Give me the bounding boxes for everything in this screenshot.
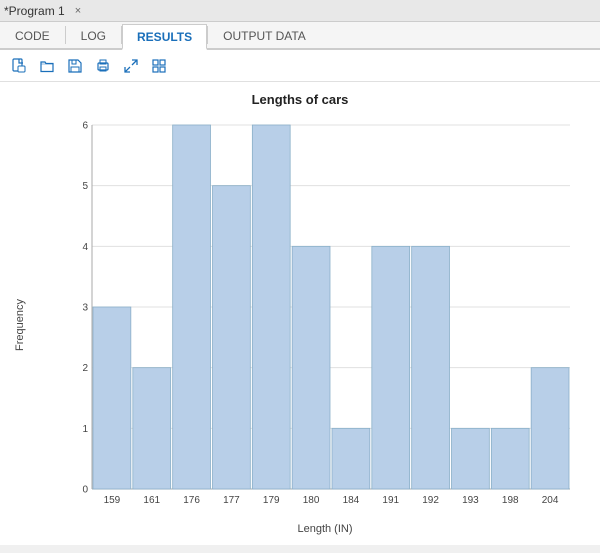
svg-text:0: 0 xyxy=(82,485,88,496)
program-title: *Program 1 xyxy=(4,4,65,18)
chart-title: Lengths of cars xyxy=(10,92,590,107)
svg-text:5: 5 xyxy=(82,181,88,192)
grid-button[interactable] xyxy=(148,56,170,76)
open-file-button[interactable] xyxy=(36,56,58,76)
tab-code[interactable]: CODE xyxy=(0,22,65,48)
svg-text:180: 180 xyxy=(303,495,320,506)
svg-text:176: 176 xyxy=(183,495,200,506)
tab-bar: CODE LOG RESULTS OUTPUT DATA xyxy=(0,22,600,50)
svg-text:6: 6 xyxy=(82,121,88,132)
tab-output-data[interactable]: OUTPUT DATA xyxy=(208,22,321,48)
svg-text:198: 198 xyxy=(502,495,519,506)
chart-inner: 0 1 2 3 4 5 6 159 161 176 177 179 180 184 191 192 193 198… xyxy=(30,115,590,535)
svg-text:1: 1 xyxy=(82,424,88,435)
y-axis-label: Frequency xyxy=(10,115,30,535)
chart-container: Lengths of cars Frequency 0 1 2 3 4 5 6 159 161 1… xyxy=(0,82,600,545)
svg-text:177: 177 xyxy=(223,495,240,506)
svg-text:4: 4 xyxy=(82,242,88,253)
svg-text:161: 161 xyxy=(143,495,160,506)
svg-text:3: 3 xyxy=(82,303,88,314)
svg-text:192: 192 xyxy=(422,495,439,506)
tab-log[interactable]: LOG xyxy=(66,22,121,48)
svg-text:191: 191 xyxy=(382,495,399,506)
close-button[interactable]: × xyxy=(71,5,85,17)
x-axis-label: Length (IN) xyxy=(60,523,590,535)
chart-wrapper: Frequency 0 1 2 3 4 5 6 159 161 176 177 179 180 184 19… xyxy=(10,115,590,535)
svg-text:204: 204 xyxy=(542,495,559,506)
tab-results[interactable]: RESULTS xyxy=(122,24,207,50)
save-button[interactable] xyxy=(64,56,86,76)
svg-text:159: 159 xyxy=(104,495,121,506)
toolbar xyxy=(0,50,600,82)
print-button[interactable] xyxy=(92,56,114,76)
new-file-button[interactable] xyxy=(8,56,30,76)
svg-text:193: 193 xyxy=(462,495,479,506)
expand-button[interactable] xyxy=(120,56,142,76)
title-bar: *Program 1 × xyxy=(0,0,600,22)
svg-text:2: 2 xyxy=(82,363,88,374)
svg-text:184: 184 xyxy=(343,495,360,506)
svg-text:179: 179 xyxy=(263,495,280,506)
